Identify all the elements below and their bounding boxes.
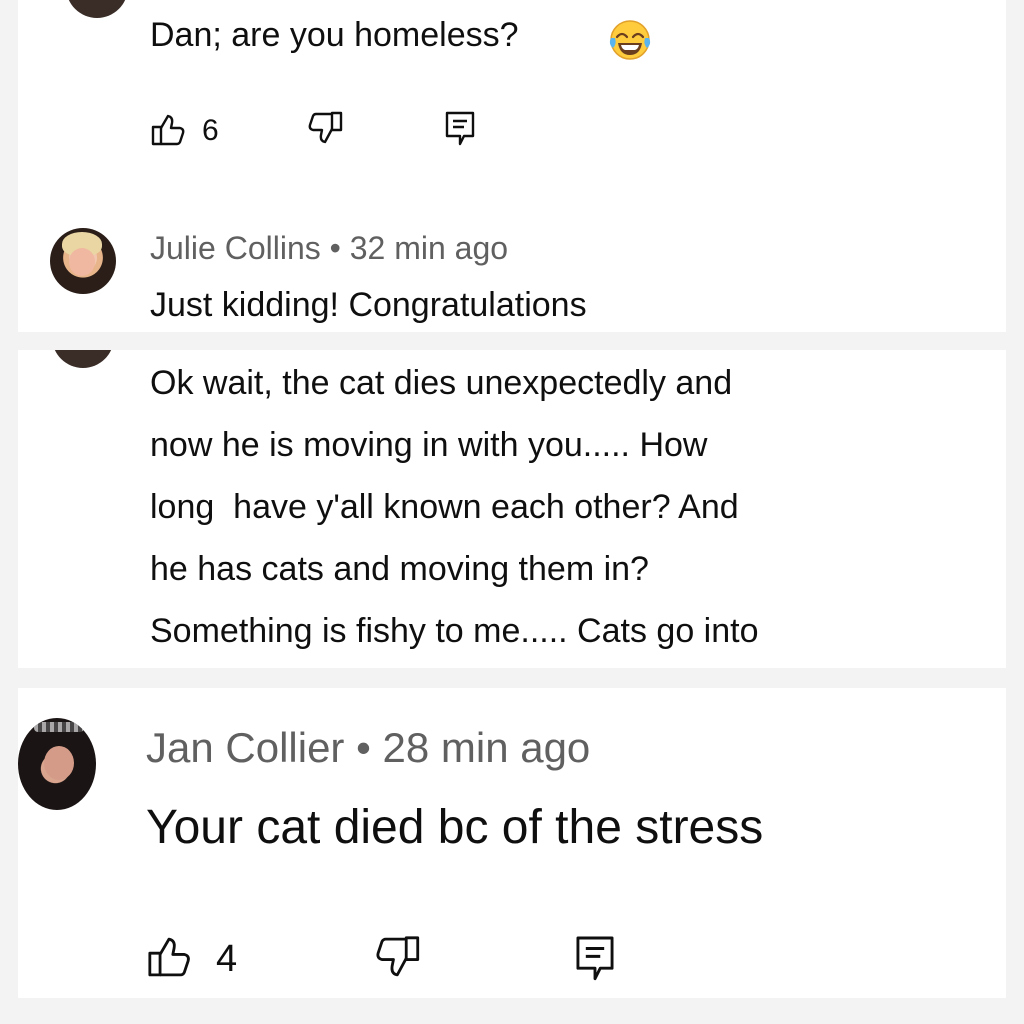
- tears-of-joy-emoji: [609, 20, 651, 60]
- comment-card-3: Jan Collier • 28 min ago Your cat died b…: [18, 688, 1006, 998]
- comment-line: now he is moving in with you..... How: [150, 426, 708, 464]
- author-name[interactable]: Jan Collier: [146, 724, 344, 771]
- comment-meta: Jan Collier • 28 min ago: [146, 724, 590, 772]
- screenshot-collage: Dan; are you homeless? 6 Julie Collins •…: [0, 0, 1024, 1024]
- avatar[interactable]: [66, 0, 128, 18]
- meta-separator: •: [356, 724, 371, 771]
- comment-card-2: Ok wait, the cat dies unexpectedly and n…: [18, 350, 1006, 668]
- comment-text: Dan; are you homeless?: [150, 16, 519, 54]
- comment-line: Ok wait, the cat dies unexpectedly and: [150, 364, 733, 402]
- comment-text: Your cat died bc of the stress: [146, 801, 764, 854]
- like-count: 4: [216, 938, 238, 980]
- timestamp: 28 min ago: [382, 724, 591, 771]
- reply-icon[interactable]: [574, 934, 616, 984]
- reply-icon[interactable]: [444, 110, 476, 148]
- comment-line: Something is fishy to me..... Cats go in…: [150, 612, 759, 650]
- avatar[interactable]: [50, 228, 116, 294]
- comment-card-1: Dan; are you homeless? 6 Julie Collins •…: [18, 0, 1006, 332]
- comment-text: Just kidding! Congratulations: [150, 286, 587, 324]
- comment-line: he has cats and moving them in?: [150, 550, 649, 588]
- comment-line: long have y'all known each other? And: [150, 488, 739, 526]
- avatar[interactable]: [18, 718, 96, 810]
- like-count: 6: [202, 114, 219, 147]
- thumbs-up-icon[interactable]: [146, 934, 192, 980]
- thumbs-down-icon[interactable]: [304, 110, 344, 146]
- comment-meta: Julie Collins • 32 min ago: [150, 230, 508, 267]
- timestamp: 32 min ago: [349, 230, 509, 266]
- avatar[interactable]: [52, 350, 114, 368]
- thumbs-down-icon[interactable]: [370, 934, 422, 980]
- author-name[interactable]: Julie Collins: [150, 230, 321, 266]
- thumbs-up-icon[interactable]: [150, 112, 186, 148]
- meta-separator: •: [329, 230, 341, 266]
